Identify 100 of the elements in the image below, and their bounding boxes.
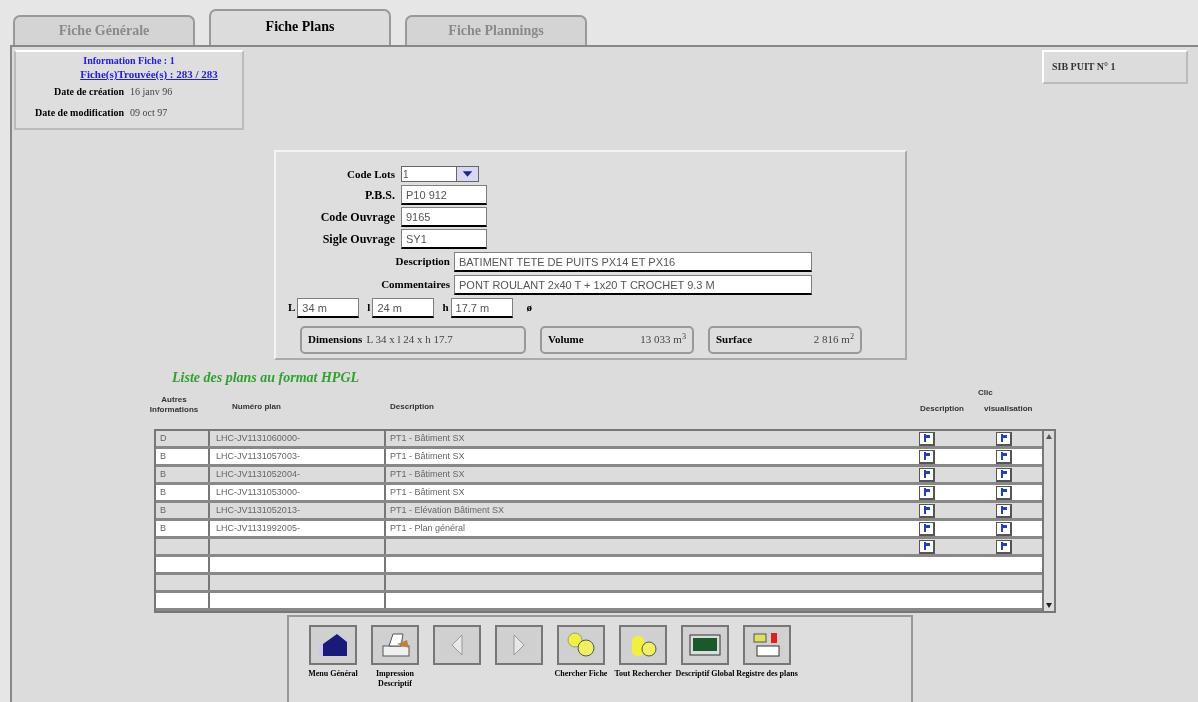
table-cell: LHC-JV1131060000- [216,433,300,443]
table-cell: PT1 - Elévation Bâtiment SX [390,505,505,515]
text-field[interactable]: PONT ROULANT 2x40 T + 1x20 T CROCHET 9.3 M [454,274,812,295]
dimension-field[interactable]: 24 m [372,297,435,318]
site-label: SIB PUIT N° 1 [1042,50,1188,84]
column-header: visualisation [984,403,1033,415]
table-row[interactable]: B LHC-JV1131053000- PT1 - Bâtiment SX [156,485,1042,503]
flag-icon [1000,524,1007,532]
date-label: Date de modification [35,106,124,120]
code-lots-dropdown[interactable]: 1 [401,166,479,183]
open-button[interactable] [996,467,1012,482]
table-cell: B [160,487,166,497]
flag-icon [1000,470,1007,478]
table-row[interactable] [156,575,1042,593]
table-row[interactable] [156,593,1042,611]
table-row[interactable]: B LHC-JV1131992005- PT1 - Plan général [156,521,1042,539]
table-cell: B [160,523,166,533]
toolbar-button[interactable] [309,625,357,665]
info-title: Information Fiche : 1 [83,55,175,67]
open-button[interactable] [919,467,935,482]
table-cell: LHC-JV1131052013- [216,505,300,515]
summary-label: Volume [548,332,584,348]
summary-value: L 34 x l 24 x h 17.7 [366,332,453,348]
column-header: Clic [978,387,993,399]
button-caption: Menu Général [307,669,359,679]
table-row[interactable]: B LHC-JV1131052004- PT1 - Bâtiment SX [156,467,1042,485]
table-row[interactable]: B LHC-JV1131057003- PT1 - Bâtiment SX [156,449,1042,467]
open-button[interactable] [996,521,1012,536]
flag-icon [923,506,930,514]
flag-icon [1000,542,1007,550]
button-caption: Tout Rechercher [613,669,673,679]
right-arrow-icon [513,634,525,656]
dimension-field[interactable]: 17.7 m [450,297,513,318]
open-button[interactable] [919,449,935,464]
dimension-label: L [288,300,296,316]
column-header: Description [920,403,964,415]
field-label: Commentaires [380,277,451,293]
open-button[interactable] [996,431,1012,446]
toolbar-button[interactable] [743,625,791,665]
open-button[interactable] [919,485,935,500]
table-cell: LHC-JV1131057003- [216,451,300,461]
open-button[interactable] [996,485,1012,500]
table-cell: PT1 - Bâtiment SX [390,487,465,497]
open-button[interactable] [996,539,1012,554]
tab[interactable]: Fiche Plans [209,9,391,45]
open-button[interactable] [919,503,935,518]
table-row[interactable]: D LHC-JV1131060000- PT1 - Bâtiment SX [156,431,1042,449]
column-header: Numéro plan [232,401,281,413]
toolbar-button[interactable] [681,625,729,665]
flag-icon [923,542,930,550]
date-value: 16 janv 96 [130,85,174,99]
table-cell: LHC-JV1131992005- [216,523,300,533]
flag-icon [923,470,930,478]
flag-icon [923,524,930,532]
summary-label: Dimensions [308,332,363,348]
field-label: Code Ouvrage [319,208,396,226]
text-field[interactable]: 9165 [401,206,487,227]
field-label: P.B.S. [364,186,396,204]
column-header: Autres Informations [148,395,200,415]
table-cell: B [160,451,166,461]
table-cell: B [160,469,166,479]
open-button[interactable] [996,449,1012,464]
dimension-label: l [367,300,371,316]
scroll-up-icon [1045,433,1053,441]
flag-icon [1000,434,1007,442]
table-cell: LHC-JV1131052004- [216,469,300,479]
scroll-down-icon [1045,601,1053,609]
scrollbar[interactable] [1042,429,1056,613]
records-found: Fiche(s)Trouvée(s) : 283 / 283 [80,67,218,81]
text-field[interactable]: BATIMENT TETE DE PUITS PX14 ET PX16 [454,251,812,272]
button-caption: Chercher Fiche [553,669,609,679]
table-cell: PT1 - Plan général [390,523,466,533]
summary-value: 13 033 m$^{3}$ [640,331,686,348]
dimension-label: h [442,300,449,316]
table-row[interactable]: B LHC-JV1131052013- PT1 - Elévation Bâtiment SX [156,503,1042,521]
open-button[interactable] [919,539,935,554]
diameter-symbol: ø [526,300,533,316]
open-button[interactable] [919,521,935,536]
open-button[interactable] [996,503,1012,518]
dimension-field[interactable]: 34 m [297,297,360,318]
field-label: Description [394,254,451,270]
column-header: Description [390,401,434,413]
open-button[interactable] [919,431,935,446]
flag-icon [1000,506,1007,514]
text-field[interactable]: P10 912 [401,184,487,205]
text-field[interactable]: SY1 [401,228,487,249]
flag-icon [923,488,930,496]
field-label: Code Lots [346,167,396,182]
table-cell: PT1 - Bâtiment SX [390,433,465,443]
date-value: 09 oct 97 [130,106,169,120]
dropdown-caret-icon [456,167,478,182]
field-label: Sigle Ouvrage [321,230,396,248]
button-caption: Registre des plans [736,669,798,679]
flag-icon [923,434,930,442]
button-caption: Impression Descriptif [374,669,416,689]
flag-icon [1000,452,1007,460]
toolbar-button[interactable] [371,625,419,665]
table-cell: D [160,433,167,443]
table-row[interactable] [156,557,1042,575]
summary-value: 2 816 m$^{2}$ [813,331,854,348]
